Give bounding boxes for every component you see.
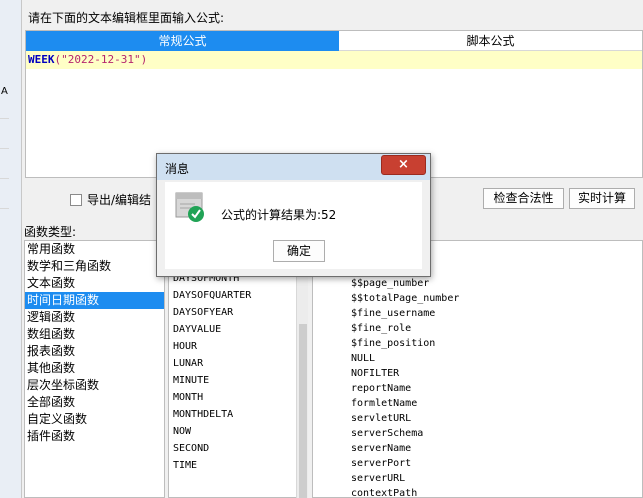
category-item[interactable]: 逻辑函数 [25,309,164,326]
function-item[interactable]: MINUTE [171,372,209,389]
category-item[interactable]: 文本函数 [25,275,164,292]
function-list-scroll-thumb[interactable] [299,324,307,498]
category-item[interactable]: 报表函数 [25,343,164,360]
function-name-list[interactable]: DAYS360DAYSOFMONTHDAYSOFQUARTERDAYSOFYEA… [168,240,308,498]
parameter-item[interactable]: $fine_position [351,336,435,351]
sheet-row-strip: A [0,0,22,498]
function-item[interactable]: MONTH [171,389,203,406]
category-item[interactable]: 全部函数 [25,394,164,411]
function-item[interactable]: MONTHDELTA [171,406,233,423]
function-item[interactable]: DAYSOFQUARTER [171,287,251,304]
close-icon: × [398,157,409,172]
parameter-item[interactable]: serverSchema [351,426,423,441]
parameter-item[interactable]: NULL [351,351,375,366]
sheet-gridline [0,148,9,149]
sheet-column-label: A [1,86,8,97]
dialog-titlebar[interactable]: 消息 × [157,154,430,180]
function-type-label: 函数类型: [24,225,77,239]
parameter-item[interactable]: $fine_username [351,306,435,321]
function-item[interactable]: SECOND [171,440,209,457]
sheet-gridline [0,118,9,119]
check-validity-button[interactable]: 检查合法性 [483,188,564,209]
dialog-close-button[interactable]: × [381,155,426,175]
category-item[interactable]: 层次坐标函数 [25,377,164,394]
function-item[interactable]: HOUR [171,338,197,355]
sheet-gridline [0,208,9,209]
function-list-scrollbar[interactable] [296,240,308,498]
function-item[interactable]: LUNAR [171,355,203,372]
category-item[interactable]: 插件函数 [25,428,164,445]
formula-arguments: ("2022-12-31") [54,53,148,66]
tab-regular-formula[interactable]: 常规公式 [26,31,339,51]
function-item[interactable]: DAYSOFYEAR [171,304,233,321]
category-item[interactable]: 常用函数 [25,241,164,258]
export-edit-option: 导出/编辑结 [70,191,151,208]
dialog-message: 公式的计算结果为:52 [221,208,337,222]
parameter-item[interactable]: $$totalPage_number [351,291,459,306]
formula-function-name: WEEK [28,53,55,66]
realtime-calc-button[interactable]: 实时计算 [569,188,635,209]
category-item[interactable]: 其他函数 [25,360,164,377]
function-item[interactable]: DAYVALUE [171,321,221,338]
category-item[interactable]: 数组函数 [25,326,164,343]
export-edit-label: 导出/编辑结 [87,193,152,207]
category-item[interactable]: 数学和三角函数 [25,258,164,275]
function-category-list[interactable]: 常用函数 数学和三角函数 文本函数 时间日期函数 逻辑函数 数组函数 报表函数 其他函数 层次坐… [24,240,165,498]
parameter-item[interactable]: formletName [351,396,417,411]
parameter-item[interactable]: serverURL [351,471,405,486]
info-check-icon [175,192,204,222]
parameter-item[interactable]: reportName [351,381,411,396]
category-item[interactable]: 时间日期函数 [25,292,164,309]
sheet-gridline [0,178,9,179]
tab-script-formula[interactable]: 脚本公式 [339,31,642,51]
formula-tabs: 常规公式 脚本公式 [26,31,642,51]
parameter-item[interactable]: $fine_role [351,321,411,336]
parameter-item[interactable]: serverName [351,441,411,456]
parameter-item[interactable]: $$page_number [351,276,429,291]
export-edit-checkbox[interactable] [70,193,82,206]
parameter-item[interactable]: serverPort [351,456,411,471]
message-dialog: 消息 × 公式的计算结果为:52 确定 [156,153,431,277]
function-item[interactable]: NOW [171,423,191,440]
parameter-item[interactable]: servletURL [351,411,411,426]
formula-prompt: 请在下面的文本编辑框里面输入公式: [28,11,225,25]
dialog-body: 公式的计算结果为:52 确定 [165,182,422,269]
ok-button[interactable]: 确定 [273,240,325,262]
category-item[interactable]: 自定义函数 [25,411,164,428]
parameter-item[interactable]: contextPath [351,486,417,497]
function-item[interactable]: TIME [171,457,197,474]
parameter-list[interactable]: $$page_number $$totalPage_number $fine_use… [312,240,643,498]
dialog-title: 消息 [165,162,190,176]
parameter-item[interactable]: NOFILTER [351,366,399,381]
formula-input[interactable]: WEEK("2022-12-31") [26,51,642,69]
